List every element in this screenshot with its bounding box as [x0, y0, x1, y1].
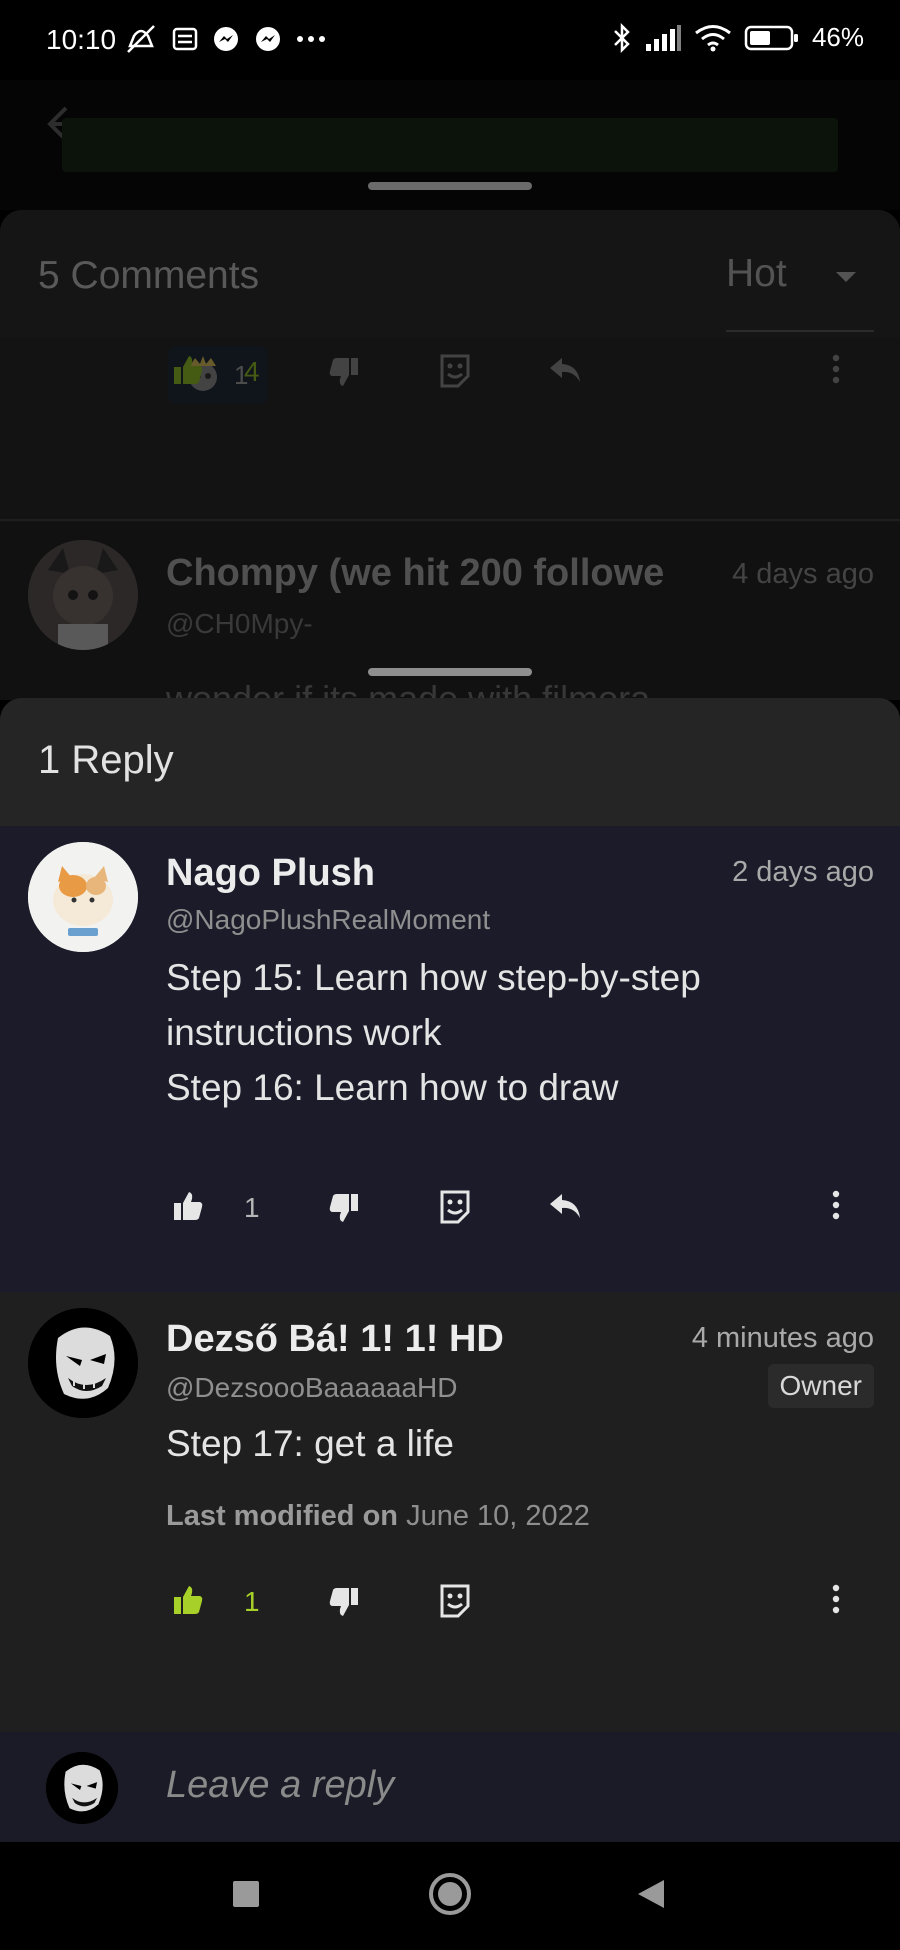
notification-icons	[124, 24, 326, 54]
last-modified-label: Last modified on	[166, 1500, 398, 1532]
comment-author[interactable]: Dezső Bá! 1! 1! HD	[166, 1318, 504, 1361]
thumbs-down-icon[interactable]	[328, 1192, 360, 1224]
news-icon	[172, 26, 198, 52]
battery-icon	[744, 24, 800, 52]
replies-drag-handle[interactable]	[368, 668, 532, 676]
like-count: 1	[244, 1192, 260, 1223]
comment-paragraph: Step 16: Learn how to draw	[166, 1067, 619, 1108]
comment-author[interactable]: Nago Plush	[166, 852, 375, 895]
bluetooth-icon	[612, 22, 632, 53]
status-time: 10:10	[46, 24, 117, 55]
comment-actions: 1	[0, 1570, 900, 1630]
reply-input-bar[interactable]: Leave a reply	[0, 1732, 900, 1842]
home-circle-icon[interactable]	[428, 1872, 472, 1916]
avatar[interactable]	[28, 842, 138, 952]
wifi-icon	[694, 24, 732, 52]
comment-actions: 1	[0, 1176, 900, 1236]
thumbs-up-icon[interactable]	[172, 1190, 204, 1222]
back-triangle-icon[interactable]	[636, 1878, 666, 1910]
mute-icon	[124, 24, 158, 54]
comment-handle: @NagoPlushRealMoment	[166, 904, 491, 935]
replies-sheet: 1 Reply Nago Plush 2 days ago @NagoPlush…	[0, 698, 900, 1842]
recents-square-icon[interactable]	[232, 1880, 260, 1908]
emoji-react-icon[interactable]	[438, 1582, 472, 1618]
dim-overlay	[0, 80, 900, 700]
comment-time: 4 minutes ago	[691, 1322, 874, 1354]
navigation-bar	[0, 1842, 900, 1950]
avatar	[46, 1752, 118, 1824]
messenger-icon	[212, 25, 240, 53]
comment-item: Nago Plush 2 days ago @NagoPlushRealMome…	[0, 826, 900, 1292]
avatar[interactable]	[28, 1308, 138, 1418]
signal-icon	[644, 24, 682, 52]
status-bar: 10:10 46%	[0, 0, 900, 80]
messenger-icon	[254, 25, 282, 53]
system-icons: 46%	[612, 22, 864, 53]
emoji-react-icon[interactable]	[438, 1188, 472, 1224]
comment-paragraph: Step 15: Learn how step-by-step instruct…	[166, 957, 701, 1053]
last-modified-date: June 10, 2022	[406, 1500, 590, 1532]
reply-input[interactable]: Leave a reply	[166, 1764, 394, 1807]
battery-percentage: 46%	[811, 22, 864, 52]
owner-badge: Owner	[767, 1364, 874, 1408]
more-dots-icon	[296, 34, 326, 44]
reply-arrow-icon[interactable]	[548, 1192, 582, 1220]
comment-paragraph: Step 17: get a life	[166, 1423, 454, 1464]
last-modified: Last modified on June 10, 2022	[166, 1500, 590, 1533]
replies-header: 1 Reply	[0, 698, 900, 826]
comment-item: Dezső Bá! 1! 1! HD 4 minutes ago @Dezsoo…	[0, 1292, 900, 1732]
more-vert-icon[interactable]	[832, 1190, 840, 1220]
replies-title: 1 Reply	[38, 738, 174, 782]
thumbs-up-icon[interactable]	[172, 1584, 204, 1616]
comment-handle: @DezsoooBaaaaaaHD	[166, 1372, 458, 1403]
comment-time: 2 days ago	[732, 856, 874, 888]
like-count: 1	[244, 1586, 260, 1617]
more-vert-icon[interactable]	[832, 1584, 840, 1614]
thumbs-down-icon[interactable]	[328, 1586, 360, 1618]
